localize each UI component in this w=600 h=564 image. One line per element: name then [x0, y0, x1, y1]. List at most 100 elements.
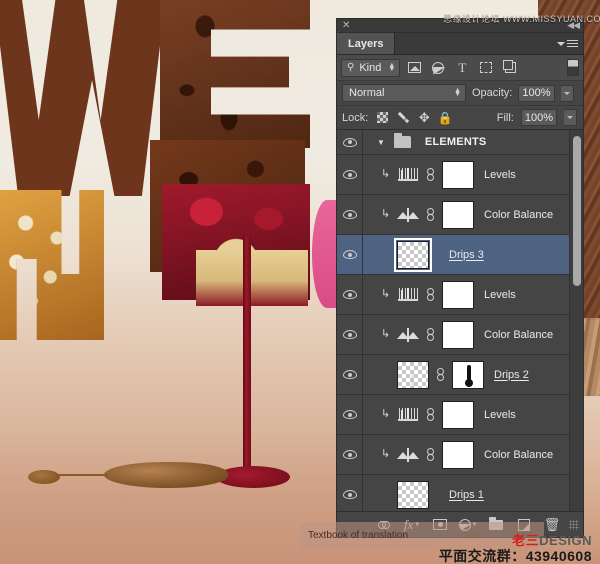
panel-menu-button[interactable]	[557, 38, 578, 49]
chevron-down-icon	[557, 41, 565, 46]
layer-name-input[interactable]: Drips 2	[494, 369, 529, 381]
layer-row-color-balance-3[interactable]: ↳ Color Balance	[337, 435, 583, 475]
watermark-top: 思缘设计论坛 WWW.MISSYUAN.COM	[443, 14, 600, 24]
layer-row-drips-3[interactable]: Drips 3	[337, 235, 583, 275]
layer-row-drips-1[interactable]: Drips 1	[337, 475, 583, 511]
layer-thumbnail[interactable]	[394, 237, 432, 272]
scrollbar-thumb[interactable]	[573, 136, 581, 286]
link-icon[interactable]	[426, 288, 435, 301]
link-icon[interactable]	[426, 328, 435, 341]
eye-icon	[342, 290, 357, 299]
color-balance-icon	[397, 447, 419, 462]
chevron-updown-icon: ▲ ▼	[454, 87, 461, 98]
layer-row-levels-1[interactable]: ↳ Levels	[337, 155, 583, 195]
lock-transparent-pixels-button[interactable]	[375, 111, 389, 125]
watermark-qq: 平面交流群：43940608	[438, 548, 592, 564]
filter-smart-objects-button[interactable]	[500, 58, 520, 78]
fill-label: Fill:	[496, 111, 514, 124]
eye-icon	[342, 490, 357, 499]
search-icon: ⚲	[347, 62, 355, 73]
layer-name-input[interactable]: Drips 1	[449, 489, 484, 501]
layer-thumbnail[interactable]	[442, 440, 474, 469]
layer-row-levels-3[interactable]: ↳ Levels	[337, 395, 583, 435]
close-icon[interactable]: ✕	[342, 20, 350, 31]
layer-thumbnail[interactable]	[442, 400, 474, 429]
layer-row-body: ↳ Levels	[363, 155, 583, 194]
layer-filter-row: ⚲ Kind ▲ ▼ T	[337, 55, 583, 81]
clipping-mask-icon: ↳	[381, 168, 391, 180]
filter-type-layers-button[interactable]: T	[452, 58, 472, 78]
layer-thumbnail[interactable]	[397, 360, 429, 389]
filter-shape-layers-button[interactable]	[476, 58, 496, 78]
link-icon[interactable]	[426, 168, 435, 181]
hamburger-icon	[567, 38, 578, 49]
layer-list[interactable]: ▼ ELEMENTS ↳ Levels ↳ Color Balance Drip…	[337, 130, 583, 511]
layer-thumbnail[interactable]	[442, 200, 474, 229]
layer-row-color-balance-2[interactable]: ↳ Color Balance	[337, 315, 583, 355]
link-icon[interactable]	[436, 368, 445, 381]
filter-enable-toggle[interactable]	[567, 59, 579, 76]
layer-mask-thumbnail[interactable]	[452, 360, 484, 389]
artwork-letter-n	[0, 190, 104, 340]
layer-row-body: ↳ Levels	[363, 395, 583, 434]
layer-name: Color Balance	[484, 208, 554, 221]
adjustment-icon	[432, 61, 445, 74]
resize-grip[interactable]	[569, 519, 579, 530]
eye-icon	[342, 370, 357, 379]
layer-name-input[interactable]: Drips 3	[449, 249, 484, 261]
layer-thumbnail[interactable]	[442, 160, 474, 189]
artwork-drip-column	[243, 236, 251, 478]
visibility-toggle[interactable]	[337, 355, 363, 394]
visibility-toggle[interactable]	[337, 195, 363, 234]
layer-row-group-elements[interactable]: ▼ ELEMENTS	[337, 130, 583, 155]
fill-input[interactable]: 100%	[520, 109, 557, 126]
blend-mode-value: Normal	[349, 87, 385, 99]
layer-thumbnail[interactable]	[442, 320, 474, 349]
eye-icon	[342, 170, 357, 179]
levels-icon	[397, 408, 419, 421]
link-icon[interactable]	[426, 208, 435, 221]
lock-position-button[interactable]: ✥	[417, 111, 431, 125]
opacity-input[interactable]: 100%	[518, 84, 555, 102]
visibility-toggle[interactable]	[337, 155, 363, 194]
layer-thumbnail[interactable]	[397, 480, 429, 509]
layer-row-levels-2[interactable]: ↳ Levels	[337, 275, 583, 315]
layer-name: ELEMENTS	[424, 136, 487, 148]
layer-row-drips-2[interactable]: Drips 2	[337, 355, 583, 395]
color-balance-icon	[397, 207, 419, 222]
opacity-stepper[interactable]	[560, 84, 574, 102]
visibility-toggle[interactable]	[337, 235, 363, 274]
artwork-small-puddle	[28, 470, 60, 484]
visibility-toggle[interactable]	[337, 315, 363, 354]
filter-adjustment-layers-button[interactable]	[428, 58, 448, 78]
layer-thumbnail[interactable]	[442, 280, 474, 309]
shape-icon	[480, 62, 493, 73]
tab-layers[interactable]: Layers	[337, 33, 396, 54]
layer-row-color-balance-1[interactable]: ↳ Color Balance	[337, 195, 583, 235]
lock-row: Lock: ✥ 🔒 Fill: 100%	[337, 106, 583, 130]
artwork-puddle-thread	[56, 474, 108, 476]
visibility-toggle[interactable]	[337, 395, 363, 434]
visibility-toggle[interactable]	[337, 130, 363, 154]
visibility-toggle[interactable]	[337, 475, 363, 511]
visibility-toggle[interactable]	[337, 435, 363, 474]
lock-all-button[interactable]: 🔒	[438, 111, 453, 125]
layer-list-scrollbar[interactable]	[569, 130, 583, 511]
clipping-mask-icon: ↳	[381, 328, 391, 340]
clipping-mask-icon: ↳	[381, 288, 391, 300]
eye-icon	[342, 250, 357, 259]
layer-row-body: ↳ Levels	[363, 275, 583, 314]
filter-kind-select[interactable]: ⚲ Kind ▲ ▼	[341, 58, 401, 77]
layer-row-body: Drips 3	[363, 235, 583, 274]
link-icon[interactable]	[426, 448, 435, 461]
link-icon[interactable]	[426, 408, 435, 421]
blend-mode-select[interactable]: Normal ▲ ▼	[342, 84, 466, 102]
layer-row-body: Drips 1	[363, 475, 583, 511]
eye-icon	[342, 137, 357, 147]
disclosure-triangle-down-icon[interactable]: ▼	[377, 138, 385, 147]
clipping-mask-icon: ↳	[381, 408, 391, 420]
visibility-toggle[interactable]	[337, 275, 363, 314]
fill-stepper[interactable]	[564, 109, 577, 126]
filter-pixel-layers-button[interactable]	[404, 58, 424, 78]
lock-image-pixels-button[interactable]	[396, 111, 410, 125]
